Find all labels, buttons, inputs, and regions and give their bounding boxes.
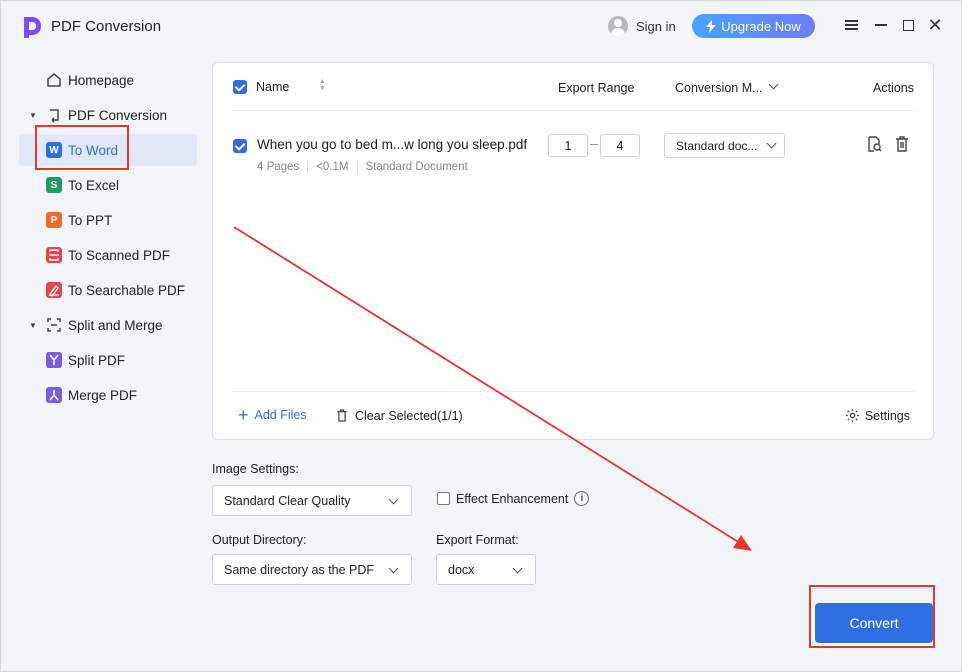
trash-icon[interactable] xyxy=(893,135,911,153)
select-all-checkbox[interactable] xyxy=(233,80,247,94)
minimize-icon[interactable] xyxy=(873,17,889,33)
chevron-down-icon xyxy=(388,563,399,574)
app-logo-icon xyxy=(24,17,41,38)
clear-selected-button[interactable]: Clear Selected(1/1) xyxy=(335,408,463,423)
column-header-name[interactable]: Name xyxy=(256,80,289,94)
info-icon[interactable]: i xyxy=(574,491,590,506)
image-settings-label: Image Settings: xyxy=(212,462,299,476)
sign-in-label: Sign in xyxy=(636,18,676,34)
export-format-select[interactable]: docx xyxy=(436,554,536,585)
chevron-down-icon[interactable] xyxy=(768,79,779,90)
close-icon[interactable]: ✕ xyxy=(927,16,943,34)
trash-icon xyxy=(337,409,347,422)
home-icon xyxy=(47,73,61,87)
split-merge-icon xyxy=(47,318,61,332)
app-title: PDF Conversion xyxy=(51,18,162,35)
add-files-label: Add Files xyxy=(254,408,307,422)
caret-down-icon: ▼ xyxy=(29,110,37,120)
add-files-button[interactable]: + Add Files xyxy=(238,405,307,425)
word-icon: W xyxy=(46,142,62,158)
file-type: Standard Document xyxy=(356,161,476,173)
sidebar-item-label: To Word xyxy=(68,142,119,158)
preview-file-icon[interactable] xyxy=(865,135,883,153)
sidebar-item-label: PDF Conversion xyxy=(68,107,168,123)
column-header-export-range: Export Range xyxy=(558,81,635,95)
table-header: Name ▲ ▼ Export Range Conversion M... Act… xyxy=(233,63,915,111)
sidebar-item-split-pdf[interactable]: Split PDF xyxy=(19,344,197,376)
conversion-mode-select[interactable]: Standard doc... xyxy=(664,133,785,158)
file-list-panel: Name ▲ ▼ Export Range Conversion M... Act… xyxy=(212,62,934,440)
table-row: When you go to bed m...w long you sleep.… xyxy=(233,129,915,179)
plus-icon: + xyxy=(238,405,249,425)
chevron-down-icon xyxy=(512,563,523,574)
settings-button[interactable]: Settings xyxy=(845,408,910,423)
export-format-label: Export Format: xyxy=(436,533,519,547)
sidebar-item-to-excel[interactable]: S To Excel xyxy=(19,169,197,201)
file-name: When you go to bed m...w long you sleep.… xyxy=(257,137,528,152)
ppt-icon: P xyxy=(46,212,62,228)
sidebar-item-to-word[interactable]: W To Word xyxy=(19,134,197,166)
output-directory-label: Output Directory: xyxy=(212,533,307,547)
caret-down-icon: ▼ xyxy=(29,320,37,330)
effect-enhancement-checkbox[interactable] xyxy=(437,492,450,505)
panel-footer: + Add Files Clear Selected(1/1) Settings xyxy=(233,391,915,441)
file-pages: 4 Pages xyxy=(257,161,300,173)
file-checkbox[interactable] xyxy=(233,139,247,153)
chevron-down-icon xyxy=(766,138,777,149)
excel-icon: S xyxy=(46,177,62,193)
settings-label: Settings xyxy=(864,408,910,423)
convert-icon xyxy=(50,109,59,123)
sidebar-item-label: To Scanned PDF xyxy=(68,247,171,263)
file-size: <0.1M xyxy=(307,161,356,173)
maximize-icon[interactable] xyxy=(900,17,916,33)
title-bar: PDF Conversion Sign in Upgrade Now ✕ xyxy=(1,1,961,51)
effect-enhancement-label: Effect Enhancement xyxy=(456,491,569,506)
output-directory-value: Same directory as the PDF xyxy=(224,562,375,577)
sidebar-item-to-scanned-pdf[interactable]: To Scanned PDF xyxy=(19,239,197,271)
sign-in-button[interactable]: Sign in xyxy=(608,15,676,37)
sort-icon[interactable]: ▲ ▼ xyxy=(319,78,326,92)
column-header-actions: Actions xyxy=(873,81,914,95)
image-quality-select[interactable]: Standard Clear Quality xyxy=(212,485,412,516)
merge-icon xyxy=(46,387,62,403)
sidebar-item-to-ppt[interactable]: P To PPT xyxy=(19,204,197,236)
app-window: PDF Conversion Sign in Upgrade Now ✕ Hom… xyxy=(0,0,962,672)
scan-icon xyxy=(46,247,62,263)
clear-selected-label: Clear Selected(1/1) xyxy=(355,408,463,423)
avatar-icon xyxy=(608,16,628,36)
effect-enhancement-option[interactable]: Effect Enhancement i xyxy=(437,491,590,506)
sidebar-item-to-searchable-pdf[interactable]: To Searchable PDF xyxy=(19,274,197,306)
upgrade-button[interactable]: Upgrade Now xyxy=(692,14,815,38)
sidebar-item-label: Homepage xyxy=(68,72,135,88)
sidebar-item-homepage[interactable]: Homepage xyxy=(19,64,197,96)
sidebar-item-label: To Searchable PDF xyxy=(68,282,186,298)
image-quality-value: Standard Clear Quality xyxy=(224,493,351,508)
range-to-input[interactable]: 4 xyxy=(600,134,640,157)
gear-icon xyxy=(845,408,859,423)
output-directory-select[interactable]: Same directory as the PDF xyxy=(212,554,412,585)
sidebar-item-label: Merge PDF xyxy=(68,387,138,403)
conversion-mode-value: Standard doc... xyxy=(676,138,758,153)
sidebar-item-label: Split and Merge xyxy=(68,317,163,333)
chevron-down-icon xyxy=(388,494,399,505)
menu-icon[interactable] xyxy=(843,17,859,33)
range-from-input[interactable]: 1 xyxy=(548,134,588,157)
file-meta: 4 Pages <0.1M Standard Document xyxy=(257,161,476,173)
convert-button[interactable]: Convert xyxy=(815,603,933,643)
split-icon xyxy=(46,352,62,368)
export-format-value: docx xyxy=(448,562,475,577)
lightning-icon xyxy=(706,19,717,33)
sidebar-group-split-merge[interactable]: ▼ Split and Merge xyxy=(19,309,197,341)
sidebar-group-pdf-conversion[interactable]: ▼ PDF Conversion xyxy=(19,99,197,131)
sidebar-item-label: To Excel xyxy=(68,177,120,193)
upgrade-label: Upgrade Now xyxy=(721,18,801,34)
sidebar-item-merge-pdf[interactable]: Merge PDF xyxy=(19,379,197,411)
sidebar-item-label: Split PDF xyxy=(68,352,126,368)
column-header-conversion-mode[interactable]: Conversion M... xyxy=(675,81,763,95)
range-separator xyxy=(590,144,598,145)
sidebar-item-label: To PPT xyxy=(68,212,113,228)
pen-icon xyxy=(46,282,62,298)
